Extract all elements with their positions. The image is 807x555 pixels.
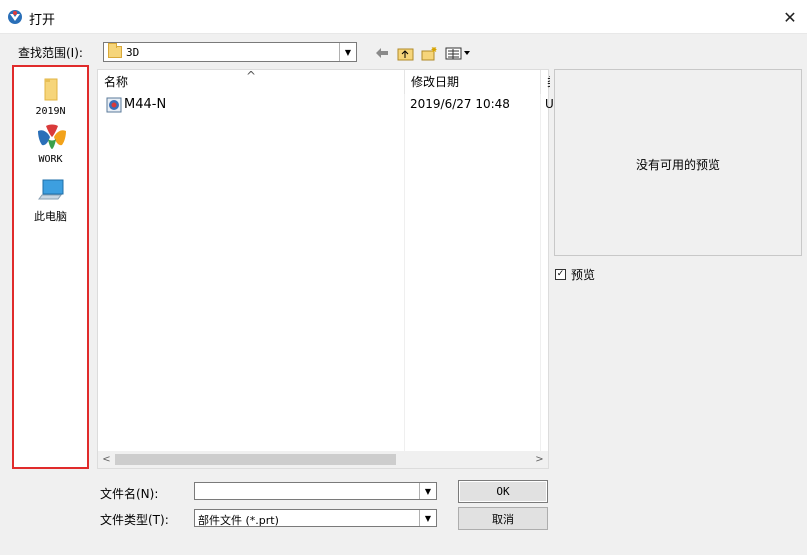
place-label: 此电脑 (34, 210, 67, 223)
file-name: M44-N (124, 97, 167, 112)
place-item-this-pc[interactable]: 此电脑 (14, 177, 87, 224)
scroll-left-icon[interactable]: < (98, 451, 115, 468)
work-app-icon (36, 123, 66, 151)
filetype-dropdown[interactable]: 部件文件 (*.prt) ▼ (194, 509, 437, 527)
folder-icon (108, 43, 122, 58)
places-bar: 2019N WORK 此电脑 (12, 65, 89, 469)
new-folder-button[interactable] (420, 44, 439, 63)
lookin-label: 查找范围(I): (18, 46, 83, 60)
preview-checkbox-label: 预览 (571, 268, 596, 282)
up-folder-icon (397, 48, 414, 60)
lookin-value: 3D (126, 46, 140, 59)
column-name[interactable]: 名称 ^ (98, 69, 404, 94)
place-item-work[interactable]: WORK (14, 123, 87, 165)
view-list-icon (445, 47, 470, 59)
cancel-button[interactable]: 取消 (458, 507, 548, 530)
part-file-icon (106, 97, 122, 113)
filetype-label: 文件类型(T): (100, 513, 169, 527)
preview-message: 没有可用的预览 (635, 158, 720, 172)
toolbar (372, 42, 472, 64)
column-header: 名称 ^ 修改日期 类 (98, 69, 550, 94)
column-type[interactable]: 类 (540, 70, 550, 94)
place-item-2019n[interactable]: 2019N (14, 75, 87, 117)
file-row[interactable]: M44-N 2019/6/27 10:48 U (98, 95, 554, 115)
window-title: 打开 (29, 13, 56, 28)
horizontal-scrollbar[interactable]: < > (98, 451, 548, 468)
app-icon (8, 10, 22, 24)
file-date: 2019/6/27 10:48 (410, 97, 510, 111)
column-divider (404, 94, 405, 458)
preview-toggle[interactable]: ✓ 预览 (555, 266, 595, 283)
place-label: WORK (38, 154, 63, 165)
scroll-right-icon[interactable]: > (531, 451, 548, 468)
chevron-down-icon[interactable]: ▼ (339, 43, 356, 61)
preview-pane: 没有可用的预览 (554, 69, 802, 256)
filename-label: 文件名(N): (100, 487, 159, 501)
close-button[interactable]: ✕ (773, 0, 807, 34)
back-button[interactable] (372, 44, 391, 63)
column-date[interactable]: 修改日期 (404, 70, 540, 94)
title-bar: 打开 ✕ (0, 0, 807, 34)
column-divider (540, 94, 541, 458)
computer-icon (36, 177, 66, 205)
column-name-label: 名称 (104, 75, 129, 89)
column-type-label: 类 (547, 75, 550, 89)
back-arrow-icon (375, 48, 388, 58)
close-icon: ✕ (783, 7, 797, 27)
column-date-label: 修改日期 (411, 75, 460, 89)
scrollbar-thumb[interactable] (115, 454, 396, 465)
preview-checkbox[interactable]: ✓ (555, 269, 566, 280)
chevron-down-icon[interactable]: ▼ (419, 510, 436, 526)
filetype-value: 部件文件 (*.prt) (198, 514, 279, 527)
place-label: 2019N (35, 106, 66, 117)
sort-ascending-icon: ^ (246, 69, 257, 83)
up-folder-button[interactable] (396, 44, 415, 63)
folder-icon (36, 75, 66, 103)
file-type: U (545, 97, 554, 111)
filename-input[interactable]: ▼ (194, 482, 437, 500)
lookin-dropdown[interactable]: 3D ▼ (103, 42, 357, 62)
chevron-down-icon[interactable]: ▼ (419, 483, 436, 499)
view-menu-button[interactable] (444, 44, 472, 63)
new-folder-icon (421, 46, 437, 60)
ok-button[interactable]: OK (458, 480, 548, 503)
file-list[interactable]: 名称 ^ 修改日期 类 M44-N 2019/6/27 10:48 U < > (97, 69, 554, 469)
